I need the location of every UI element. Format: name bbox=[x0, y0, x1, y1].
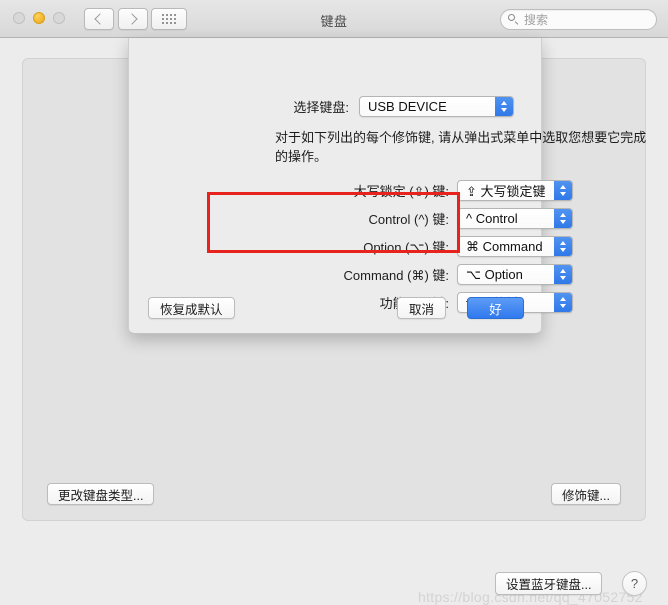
chevron-updown-icon bbox=[554, 209, 572, 228]
row-command-label: Command (⌘) 键: bbox=[333, 265, 449, 284]
row-command: Command (⌘) 键: ⌥ Option bbox=[333, 264, 573, 285]
select-keyboard-row: 选择键盘: USB DEVICE bbox=[275, 96, 514, 117]
select-keyboard-value: USB DEVICE bbox=[368, 99, 447, 114]
keyboard-preferences-window: 键盘 搜索 更改键盘类型... 修饰键... https://blog.csdn… bbox=[0, 0, 668, 581]
row-capslock-dropdown[interactable]: ⇪ 大写锁定键 bbox=[457, 180, 573, 201]
search-placeholder: 搜索 bbox=[524, 11, 548, 28]
row-option-value: ⌘ Command bbox=[466, 239, 543, 255]
window-toolbar: 键盘 搜索 bbox=[0, 0, 668, 38]
row-option-dropdown[interactable]: ⌘ Command bbox=[457, 236, 573, 257]
ok-button[interactable]: 好 bbox=[467, 297, 524, 319]
setup-bluetooth-keyboard-button[interactable]: 设置蓝牙键盘... bbox=[495, 572, 602, 595]
row-capslock: 大写锁定 (⇪) 键: ⇪ 大写锁定键 bbox=[333, 180, 573, 201]
chevron-updown-icon bbox=[554, 181, 572, 200]
modifier-keys-button[interactable]: 修饰键... bbox=[551, 483, 621, 505]
row-control-label: Control (^) 键: bbox=[333, 209, 449, 228]
help-button[interactable]: ? bbox=[622, 571, 647, 596]
row-option-label: Option (⌥) 键: bbox=[333, 237, 449, 256]
row-command-dropdown[interactable]: ⌥ Option bbox=[457, 264, 573, 285]
row-capslock-value: ⇪ 大写锁定键 bbox=[466, 181, 546, 200]
row-control-dropdown[interactable]: ^ Control bbox=[457, 208, 573, 229]
chevron-updown-icon bbox=[554, 237, 572, 256]
select-keyboard-label: 选择键盘: bbox=[275, 97, 349, 116]
restore-defaults-button[interactable]: 恢复成默认 bbox=[148, 297, 235, 319]
row-control-value: ^ Control bbox=[466, 211, 518, 226]
change-keyboard-type-button[interactable]: 更改键盘类型... bbox=[47, 483, 154, 505]
chevron-updown-icon bbox=[495, 97, 513, 116]
select-keyboard-dropdown[interactable]: USB DEVICE bbox=[359, 96, 514, 117]
chevron-updown-icon bbox=[554, 293, 572, 312]
row-function: 功能 (fn) 键: fn 功能键 bbox=[333, 292, 573, 313]
row-capslock-label: 大写锁定 (⇪) 键: bbox=[333, 181, 449, 200]
sheet-instructions: 对于如下列出的每个修饰键, 请从弹出式菜单中选取您想要它完成的操作。 bbox=[275, 128, 650, 166]
search-input[interactable]: 搜索 bbox=[500, 9, 657, 30]
modifier-keys-sheet: 选择键盘: USB DEVICE 对于如下列出的每个修饰键, 请从弹出式菜单中选… bbox=[128, 38, 542, 334]
row-command-value: ⌥ Option bbox=[466, 267, 523, 283]
chevron-updown-icon bbox=[554, 265, 572, 284]
search-icon bbox=[508, 14, 519, 25]
row-option: Option (⌥) 键: ⌘ Command bbox=[333, 236, 573, 257]
row-control: Control (^) 键: ^ Control bbox=[333, 208, 573, 229]
cancel-button[interactable]: 取消 bbox=[397, 297, 446, 319]
